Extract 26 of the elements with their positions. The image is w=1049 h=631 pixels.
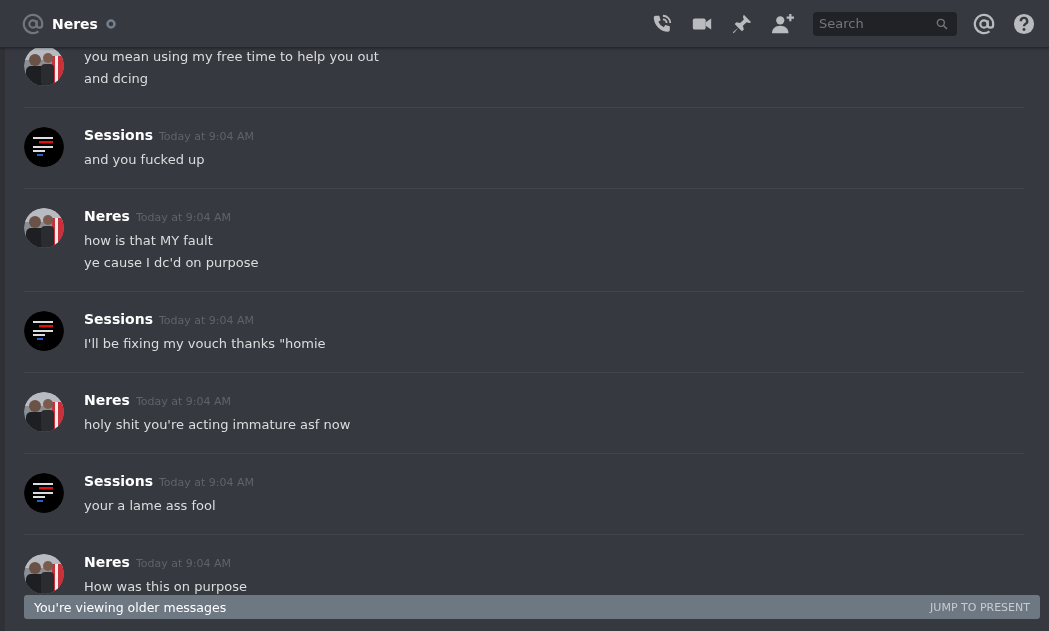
status-icon (105, 18, 116, 29)
help-icon[interactable] (1013, 12, 1035, 35)
message-text: ye cause I dc'd on purpose (84, 254, 259, 272)
message-text: How was this on purpose (84, 578, 247, 596)
search-field[interactable]: Search (813, 11, 957, 36)
message-text: how is that MY fault (84, 232, 214, 250)
message-text: I'll be fixing my vouch thanks "homie (84, 335, 326, 353)
author-name[interactable]: Neres (84, 208, 130, 224)
search-icon (935, 16, 949, 31)
author-name[interactable]: Sessions (84, 311, 153, 327)
mentions-icon[interactable] (973, 12, 995, 35)
add-user-icon[interactable] (771, 12, 795, 35)
channel-name: Neres (52, 15, 98, 32)
message-text: and dcing (84, 70, 150, 88)
banner-text: You're viewing older messages (34, 599, 227, 615)
author-name[interactable]: Sessions (84, 473, 153, 489)
pin-icon[interactable] (731, 12, 753, 35)
message-text: and you fucked up (84, 151, 206, 169)
message-text: you mean using my free time to help you out (84, 48, 379, 66)
author-name[interactable]: Sessions (84, 127, 153, 143)
author-name[interactable]: Neres (84, 554, 130, 570)
message-text: your a lame ass fool (84, 497, 217, 515)
phone-call-icon[interactable] (651, 12, 673, 35)
message-text: holy shit you're acting immature asf now (84, 416, 351, 434)
at-sign-icon (22, 12, 44, 35)
author-name[interactable]: Neres (84, 392, 130, 408)
